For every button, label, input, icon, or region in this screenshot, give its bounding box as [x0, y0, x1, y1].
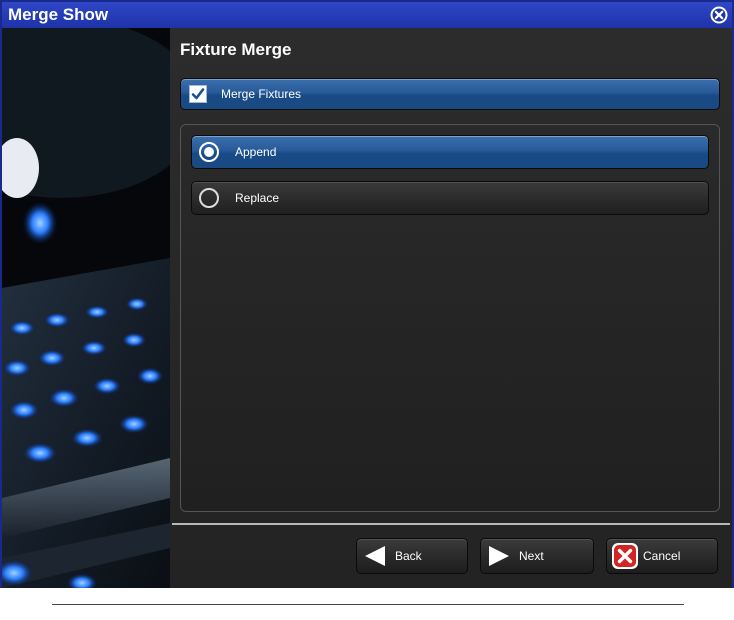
arrow-right-icon: [489, 546, 509, 566]
window-title: Merge Show: [8, 5, 109, 24]
next-button[interactable]: Next: [480, 538, 594, 574]
replace-radio-option[interactable]: Replace: [191, 181, 709, 215]
title-bar: Merge Show: [2, 2, 732, 28]
merge-fixtures-checkbox[interactable]: Merge Fixtures: [180, 78, 720, 110]
append-radio-option[interactable]: Append: [191, 135, 709, 169]
radio-unselected-icon: [199, 188, 219, 208]
next-label: Next: [519, 549, 544, 563]
merge-show-dialog: Merge Show Fixture Merge Merge Fixtures …: [0, 0, 734, 588]
append-label: Append: [235, 145, 277, 159]
replace-label: Replace: [235, 191, 280, 205]
arrow-left-icon: [365, 546, 385, 566]
wizard-content: Fixture Merge Merge Fixtures Append Repl…: [170, 28, 732, 588]
radio-selected-icon: [199, 142, 219, 162]
cancel-x-icon: [612, 543, 638, 569]
footer-divider: [172, 523, 730, 525]
merge-options-group: Append Replace: [180, 124, 720, 512]
page-rule: [52, 604, 684, 605]
back-label: Back: [395, 549, 422, 563]
checkbox-checked-icon: [189, 85, 207, 103]
cancel-label: Cancel: [643, 549, 681, 563]
lighting-console-image: [2, 28, 170, 588]
page-title: Fixture Merge: [180, 40, 292, 59]
close-icon[interactable]: [710, 6, 728, 24]
back-button[interactable]: Back: [356, 538, 468, 574]
cancel-button[interactable]: Cancel: [606, 538, 718, 574]
merge-fixtures-label: Merge Fixtures: [221, 87, 302, 101]
